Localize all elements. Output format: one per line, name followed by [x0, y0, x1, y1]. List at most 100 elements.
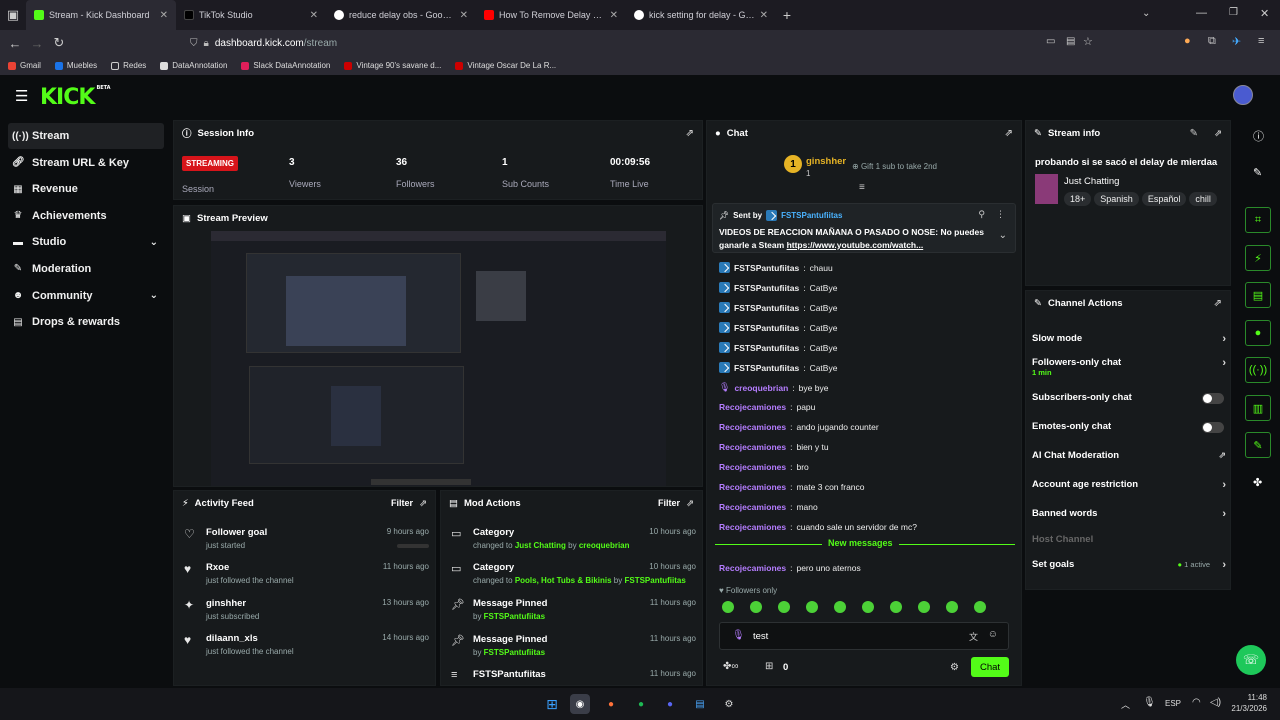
info-icon[interactable]: ⓘ: [1253, 128, 1264, 144]
broadcast-icon[interactable]: ((·)): [1245, 357, 1271, 383]
clock[interactable]: 11:48 21/3/2026: [1222, 692, 1267, 714]
sidebar-item-revenue[interactable]: ▦ Revenue: [8, 176, 164, 202]
tab-kick-dashboard[interactable]: Stream - Kick Dashboard ✕: [26, 0, 176, 30]
tray-expand-icon[interactable]: ︿: [1121, 698, 1130, 711]
menu-icon[interactable]: ≡: [1258, 35, 1264, 47]
send-chat-button[interactable]: Chat: [971, 657, 1009, 677]
volume-icon[interactable]: ◁): [1210, 697, 1221, 708]
puzzle-icon[interactable]: ⧉: [1208, 35, 1216, 48]
tab-tiktok-studio[interactable]: TikTok Studio ✕: [176, 0, 326, 30]
followers-only-row[interactable]: Followers-only chat 1 min ›: [1032, 357, 1226, 377]
sidebar-item-community[interactable]: ☻ Community ⌄: [8, 283, 164, 309]
emote-icon[interactable]: [778, 601, 790, 613]
bookmark-item[interactable]: Muebles: [54, 61, 97, 70]
help-support-icon[interactable]: ☏: [1236, 645, 1266, 675]
layout-icon[interactable]: ▥: [1245, 395, 1271, 421]
emote-icon[interactable]: [918, 601, 930, 613]
gift-prompt[interactable]: ⊕ Gift 1 sub to take 2nd: [852, 162, 937, 171]
emote-icon[interactable]: [750, 601, 762, 613]
microphone-icon[interactable]: 🎙︎: [1143, 697, 1156, 708]
sidebar-item-stream[interactable]: ((·)) Stream: [8, 123, 164, 149]
gift-box-icon[interactable]: ⊞: [765, 661, 773, 672]
extension-icon[interactable]: ●: [1184, 35, 1191, 47]
settings-taskbar-icon[interactable]: ⚙: [719, 694, 739, 714]
slow-mode-row[interactable]: Slow mode ›: [1032, 333, 1226, 345]
hamburger-menu-icon[interactable]: ☰: [15, 87, 28, 105]
emotes-only-toggle[interactable]: [1202, 422, 1224, 433]
set-goals-row[interactable]: Set goals ● 1 active ›: [1032, 559, 1226, 571]
unpin-icon[interactable]: ⚲: [978, 209, 985, 220]
stream-preview-video[interactable]: [211, 231, 666, 486]
sidebar-item-studio[interactable]: ▬ Studio ⌄: [8, 229, 164, 255]
chat-settings-icon[interactable]: ⚙: [950, 662, 959, 673]
obs-taskbar-icon[interactable]: ◉: [570, 694, 590, 714]
edit-icon[interactable]: ✎: [1190, 128, 1198, 139]
wrench-icon[interactable]: ✎: [1245, 432, 1271, 458]
sidebar-item-drops-rewards[interactable]: ▤ Drops & rewards: [8, 309, 164, 335]
popout-icon[interactable]: ⇗: [686, 498, 694, 509]
channel-points-icon[interactable]: ✤∞: [723, 661, 739, 672]
collapse-leaderboard-icon[interactable]: ≡: [859, 182, 865, 193]
filter-button[interactable]: Filter: [391, 498, 413, 508]
reload-icon[interactable]: ↻: [48, 35, 70, 51]
community-icon[interactable]: ✤: [1253, 476, 1262, 489]
close-tab-icon[interactable]: ✕: [610, 10, 618, 21]
close-window-icon[interactable]: ✕: [1260, 7, 1269, 20]
sidebar-item-stream-url-key[interactable]: 🔗︎ Stream URL & Key: [8, 150, 164, 176]
maximize-icon[interactable]: ❐: [1229, 7, 1238, 18]
tab-google-search-2[interactable]: kick setting for delay - Google S ✕: [626, 0, 776, 30]
bookmark-item[interactable]: Vintage Oscar De La R...: [455, 61, 556, 70]
language-indicator[interactable]: ESP: [1165, 699, 1181, 708]
emote-icon[interactable]: [722, 601, 734, 613]
notepad-taskbar-icon[interactable]: ▤: [690, 694, 710, 714]
ai-chat-moderation-row[interactable]: AI Chat Moderation ⇗: [1032, 450, 1226, 461]
spotify-taskbar-icon[interactable]: ●: [631, 694, 651, 714]
wifi-icon[interactable]: ◠: [1192, 697, 1201, 708]
emote-icon[interactable]: [890, 601, 902, 613]
popout-icon[interactable]: ⇗: [1214, 128, 1222, 139]
tab-youtube[interactable]: How To Remove Delay On Strea ✕: [476, 0, 626, 30]
category-name[interactable]: Just Chatting: [1064, 176, 1119, 187]
emote-icon[interactable]: [974, 601, 986, 613]
bookmark-item[interactable]: Vintage 90's savane d...: [344, 61, 441, 70]
tab-list-icon[interactable]: ▣: [0, 7, 26, 23]
close-tab-icon[interactable]: ✕: [160, 10, 168, 21]
minimize-icon[interactable]: —: [1196, 7, 1207, 19]
windows-start-icon[interactable]: ⊞: [542, 694, 562, 714]
kick-logo[interactable]: KICK BETA: [40, 85, 111, 110]
edit-icon[interactable]: ✎: [1253, 166, 1262, 179]
firefox-taskbar-icon[interactable]: ●: [601, 694, 621, 714]
emote-icon[interactable]: [946, 601, 958, 613]
popout-icon[interactable]: ⇗: [686, 128, 694, 139]
emoji-icon[interactable]: ☺: [988, 629, 998, 640]
close-tab-icon[interactable]: ✕: [310, 10, 318, 21]
subscribers-only-toggle[interactable]: [1202, 393, 1224, 404]
expand-pinned-icon[interactable]: ⌄: [999, 230, 1007, 241]
more-options-icon[interactable]: ⋮: [996, 209, 1005, 220]
tab-overflow-icon[interactable]: ⌄: [1142, 8, 1150, 19]
filter-button[interactable]: Filter: [658, 498, 680, 508]
chat-input[interactable]: 🎙︎ test 文 ☺: [719, 622, 1009, 650]
account-age-row[interactable]: Account age restriction ›: [1032, 479, 1226, 491]
bookmark-item[interactable]: Slack DataAnnotation: [241, 61, 330, 70]
document-icon[interactable]: ▤: [1245, 282, 1271, 308]
pip-icon[interactable]: ▭: [1046, 36, 1055, 47]
forward-icon[interactable]: →: [26, 36, 48, 51]
sidebar-item-moderation[interactable]: ✎ Moderation: [8, 256, 164, 282]
chat-icon[interactable]: ●: [1245, 320, 1271, 346]
translate-icon[interactable]: ✈: [1232, 35, 1241, 48]
popout-icon[interactable]: ⇗: [1214, 298, 1222, 309]
crop-icon[interactable]: ⌗: [1245, 207, 1271, 233]
bookmark-item[interactable]: DataAnnotation: [160, 61, 227, 70]
emote-icon[interactable]: [834, 601, 846, 613]
emote-icon[interactable]: [862, 601, 874, 613]
popout-icon[interactable]: ⇗: [1005, 128, 1013, 139]
top-gifter-name[interactable]: ginshher: [806, 156, 846, 167]
close-tab-icon[interactable]: ✕: [460, 10, 468, 21]
tab-google-search-1[interactable]: reduce delay obs - Google Sear ✕: [326, 0, 476, 30]
emote-icon[interactable]: [806, 601, 818, 613]
discord-taskbar-icon[interactable]: ●: [660, 694, 680, 714]
popout-icon[interactable]: ⇗: [419, 498, 427, 509]
avatar[interactable]: [1233, 85, 1253, 105]
new-tab-icon[interactable]: +: [776, 7, 798, 23]
